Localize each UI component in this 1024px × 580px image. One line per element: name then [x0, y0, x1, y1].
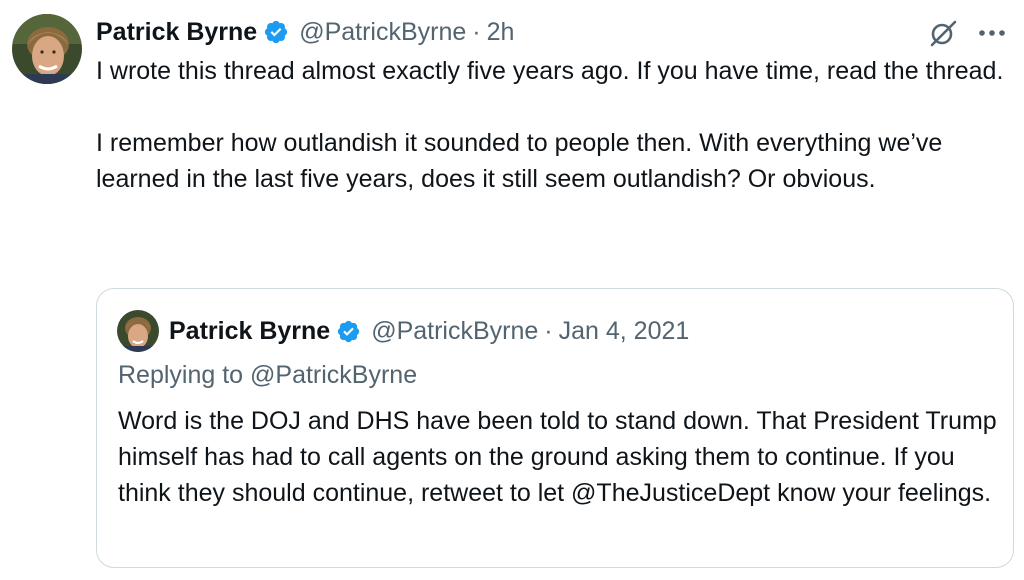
quoted-author-avatar[interactable]	[117, 310, 159, 352]
tweet-actions	[928, 16, 1006, 50]
quoted-tweet-timestamp[interactable]: Jan 4, 2021	[559, 317, 690, 346]
tweet-timestamp[interactable]: 2h	[487, 18, 515, 47]
more-icon[interactable]	[978, 28, 1006, 38]
author-handle[interactable]: @PatrickByrne	[299, 18, 466, 47]
quoted-tweet-card[interactable]: Patrick Byrne @PatrickByrne · Jan 4, 202…	[96, 288, 1014, 568]
tweet-text: I wrote this thread almost exactly five …	[96, 53, 1011, 197]
quoted-tweet-text: Word is the DOJ and DHS have been told t…	[118, 407, 997, 507]
verified-badge-icon[interactable]	[336, 319, 361, 344]
separator-dot: ·	[544, 316, 553, 345]
quoted-author-display-name[interactable]: Patrick Byrne	[169, 317, 330, 346]
author-avatar[interactable]	[12, 14, 82, 84]
author-display-name[interactable]: Patrick Byrne	[96, 18, 257, 47]
tweet-header: Patrick Byrne @PatrickByrne · 2h	[96, 14, 514, 50]
grok-icon[interactable]	[928, 18, 958, 48]
verified-badge-icon[interactable]	[263, 19, 289, 45]
separator-dot: ·	[472, 17, 481, 46]
tweet-paragraph: I remember how outlandish it sounded to …	[96, 129, 943, 193]
replying-to-label[interactable]: Replying to @PatrickByrne	[118, 361, 417, 390]
quoted-tweet-header: Patrick Byrne @PatrickByrne · Jan 4, 202…	[169, 313, 689, 349]
tweet-paragraph: I wrote this thread almost exactly five …	[96, 57, 1004, 85]
quoted-author-handle[interactable]: @PatrickByrne	[371, 317, 538, 346]
